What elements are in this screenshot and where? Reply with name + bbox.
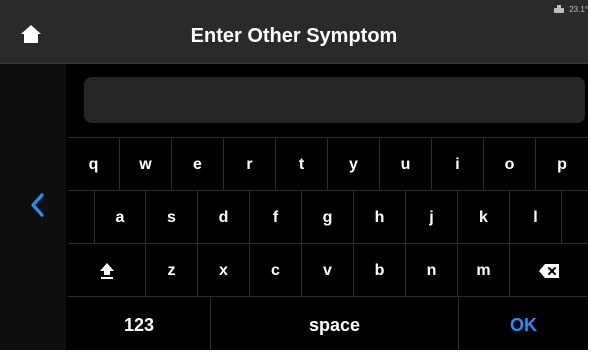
on-screen-keyboard: q w e r t y u i o p a s d f g h j k l z …: [68, 137, 588, 350]
key-g[interactable]: g: [302, 191, 354, 244]
shift-key[interactable]: [68, 244, 146, 297]
key-k[interactable]: k: [458, 191, 510, 244]
key-m[interactable]: m: [458, 244, 510, 297]
keyboard-row-4: 123 space OK: [68, 296, 588, 350]
home-icon: [21, 25, 41, 43]
key-s[interactable]: s: [146, 191, 198, 244]
key-f[interactable]: f: [250, 191, 302, 244]
symptom-input[interactable]: [84, 77, 585, 123]
ok-button[interactable]: OK: [459, 297, 588, 350]
key-t[interactable]: t: [276, 138, 328, 191]
space-key[interactable]: space: [211, 297, 459, 350]
header-bar: Enter Other Symptom 23.1°: [0, 0, 588, 64]
key-h[interactable]: h: [354, 191, 406, 244]
pump-icon: [554, 5, 565, 13]
key-z[interactable]: z: [146, 244, 198, 297]
key-w[interactable]: w: [120, 138, 172, 191]
chevron-left-icon: [31, 193, 44, 217]
status-text: 23.1°: [569, 4, 588, 14]
keyboard-row-2: a s d f g h j k l: [68, 190, 588, 244]
key-l[interactable]: l: [510, 191, 562, 244]
key-i[interactable]: i: [432, 138, 484, 191]
key-j[interactable]: j: [406, 191, 458, 244]
key-v[interactable]: v: [302, 244, 354, 297]
key-r[interactable]: r: [224, 138, 276, 191]
left-rail: [0, 64, 66, 350]
key-y[interactable]: y: [328, 138, 380, 191]
backspace-key[interactable]: [510, 244, 588, 297]
key-a[interactable]: a: [94, 191, 146, 244]
key-e[interactable]: e: [172, 138, 224, 191]
home-button[interactable]: [16, 20, 46, 48]
key-p[interactable]: p: [536, 138, 588, 191]
back-button[interactable]: [24, 190, 50, 220]
page-title: Enter Other Symptom: [190, 25, 398, 47]
key-d[interactable]: d: [198, 191, 250, 244]
key-o[interactable]: o: [484, 138, 536, 191]
key-x[interactable]: x: [198, 244, 250, 297]
keyboard-row-1: q w e r t y u i o p: [68, 137, 588, 191]
keyboard-row-3: z x c v b n m: [68, 243, 588, 297]
backspace-icon: [539, 263, 559, 278]
shift-icon: [99, 262, 114, 279]
symptom-entry-screen: Enter Other Symptom 23.1° q w e r t y u …: [0, 0, 591, 352]
key-n[interactable]: n: [406, 244, 458, 297]
status-indicator: 23.1°: [553, 2, 588, 16]
key-q[interactable]: q: [68, 138, 120, 191]
key-u[interactable]: u: [380, 138, 432, 191]
numbers-key[interactable]: 123: [68, 297, 211, 350]
key-c[interactable]: c: [250, 244, 302, 297]
key-b[interactable]: b: [354, 244, 406, 297]
